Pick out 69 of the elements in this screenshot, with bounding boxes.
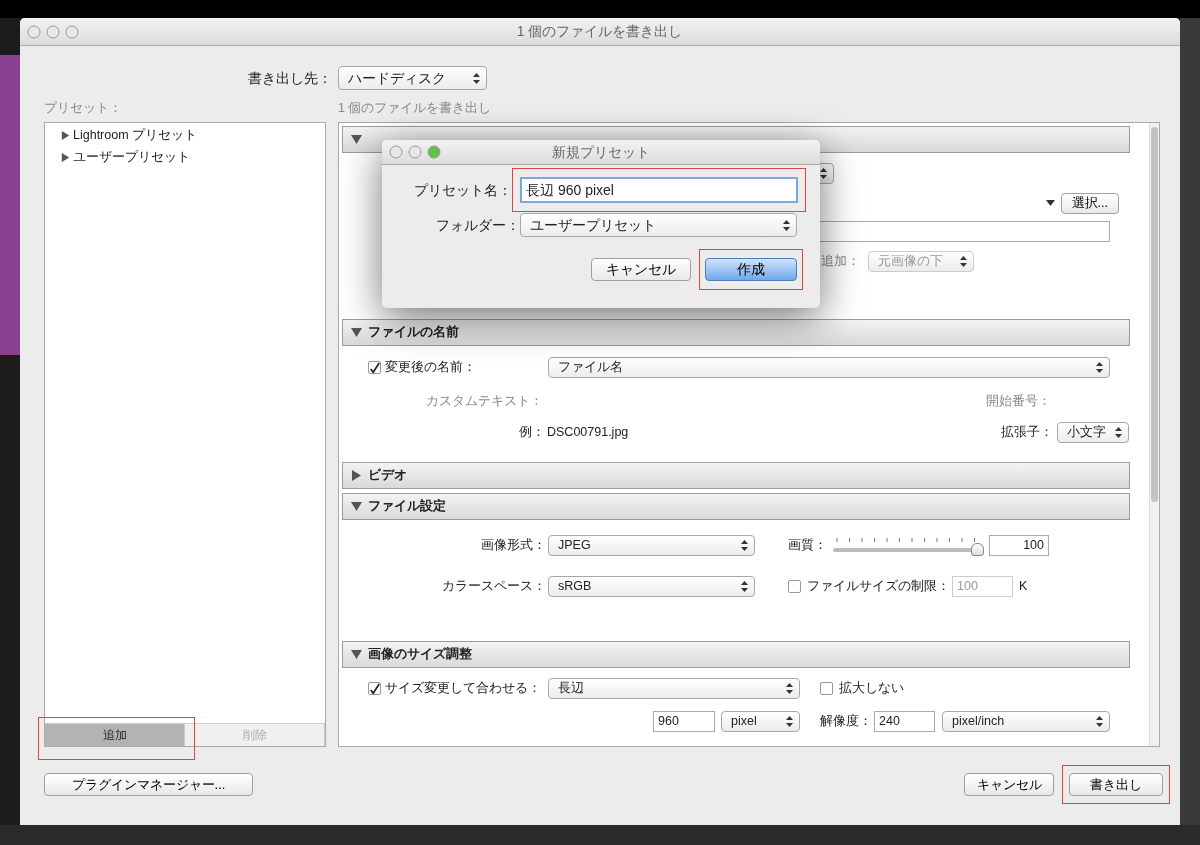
resolution-field[interactable]: 240 bbox=[874, 710, 935, 732]
slider-thumb[interactable] bbox=[971, 542, 984, 556]
color-space-dropdown[interactable]: sRGB bbox=[548, 575, 755, 597]
size-unit-dropdown[interactable]: pixel bbox=[721, 710, 800, 732]
custom-text-label: カスタムテキスト： bbox=[425, 392, 543, 410]
preset-name-field[interactable]: 長辺 960 pixel bbox=[520, 177, 798, 203]
window-controls-icon bbox=[389, 145, 441, 159]
up-down-arrow-icon bbox=[741, 580, 748, 592]
text-field[interactable] bbox=[818, 220, 1110, 242]
format-dropdown[interactable]: JPEG bbox=[548, 535, 755, 557]
caret-icon bbox=[1045, 200, 1055, 207]
create-button[interactable]: 作成 bbox=[705, 258, 797, 281]
up-down-arrow-icon bbox=[1115, 426, 1122, 438]
quality-value-field[interactable]: 100 bbox=[989, 535, 1049, 557]
extension-label: 拡張子： bbox=[1001, 423, 1053, 441]
choose-button[interactable]: 選択... bbox=[1060, 192, 1119, 214]
window-controls-icon bbox=[27, 24, 79, 39]
resolution-label: 解像度： bbox=[820, 712, 872, 730]
folder-dropdown[interactable]: ユーザープリセット bbox=[520, 213, 797, 237]
up-down-arrow-icon bbox=[786, 715, 793, 727]
color-space-label: カラースペース： bbox=[441, 577, 546, 595]
rename-label: 変更後の名前： bbox=[385, 358, 477, 376]
up-down-arrow-icon bbox=[1096, 715, 1103, 727]
preset-folder-item[interactable]: ユーザープリセット bbox=[73, 148, 190, 168]
resize-mode-dropdown[interactable]: 長辺 bbox=[548, 677, 800, 699]
filename-template-dropdown[interactable]: ファイル名 bbox=[548, 356, 1110, 378]
up-down-arrow-icon bbox=[783, 219, 790, 231]
example-filename: DSC00791.jpg bbox=[547, 423, 629, 441]
section-header[interactable]: ファイルの名前 bbox=[342, 318, 1130, 346]
checkbox[interactable] bbox=[368, 681, 381, 695]
resize-label: サイズ変更して合わせる： bbox=[385, 679, 542, 697]
folder-label: フォルダー： bbox=[435, 215, 520, 235]
dialog-title: 新規プリセット bbox=[550, 142, 651, 162]
example-label: 例： bbox=[518, 423, 545, 441]
checkbox[interactable] bbox=[820, 681, 833, 695]
file-size-limit-label: ファイルサイズの制限： bbox=[807, 577, 950, 595]
scrollbar-thumb[interactable] bbox=[1151, 126, 1158, 502]
resolution-unit-dropdown[interactable]: pixel/inch bbox=[942, 710, 1110, 732]
unit-label: K bbox=[1019, 577, 1028, 595]
cancel-button[interactable]: キャンセル bbox=[964, 772, 1054, 796]
up-down-arrow-icon bbox=[960, 255, 967, 267]
format-label: 画像形式： bbox=[480, 537, 546, 555]
preset-name-label: プリセット名： bbox=[413, 180, 512, 200]
subtitle: 1 個のファイルを書き出し bbox=[338, 101, 492, 115]
window-title: 1 個のファイルを書き出し bbox=[515, 22, 684, 41]
up-down-arrow-icon bbox=[741, 540, 748, 552]
destination-dropdown[interactable]: ハードディスク bbox=[338, 66, 487, 90]
start-number-label: 開始番号： bbox=[986, 392, 1051, 410]
up-down-arrow-icon bbox=[473, 72, 480, 84]
section-header[interactable]: ファイル設定 bbox=[342, 492, 1130, 520]
checkbox[interactable] bbox=[368, 360, 381, 374]
cancel-button[interactable]: キャンセル bbox=[591, 258, 691, 281]
presets-label: プリセット： bbox=[44, 101, 122, 115]
plugin-manager-button[interactable]: プラグインマネージャー... bbox=[44, 772, 253, 796]
quality-label: 画質： bbox=[788, 537, 827, 555]
up-down-arrow-icon bbox=[1096, 361, 1103, 373]
destination-label: 書き出し先： bbox=[248, 68, 332, 88]
add-label: 追加： bbox=[821, 252, 860, 270]
add-button[interactable]: 追加 bbox=[45, 723, 185, 746]
export-button[interactable]: 書き出し bbox=[1069, 772, 1163, 796]
dont-enlarge-label: 拡大しない bbox=[839, 679, 904, 697]
section-header[interactable]: ビデオ bbox=[342, 461, 1130, 489]
section-header[interactable]: 画像のサイズ調整 bbox=[342, 640, 1130, 668]
up-down-arrow-icon bbox=[820, 167, 827, 179]
checkbox[interactable] bbox=[788, 579, 801, 593]
extension-dropdown[interactable]: 小文字 bbox=[1057, 421, 1129, 443]
size-field[interactable]: 960 bbox=[653, 710, 715, 732]
up-down-arrow-icon bbox=[786, 682, 793, 694]
preset-folder-item[interactable]: Lightroom プリセット bbox=[73, 126, 198, 146]
